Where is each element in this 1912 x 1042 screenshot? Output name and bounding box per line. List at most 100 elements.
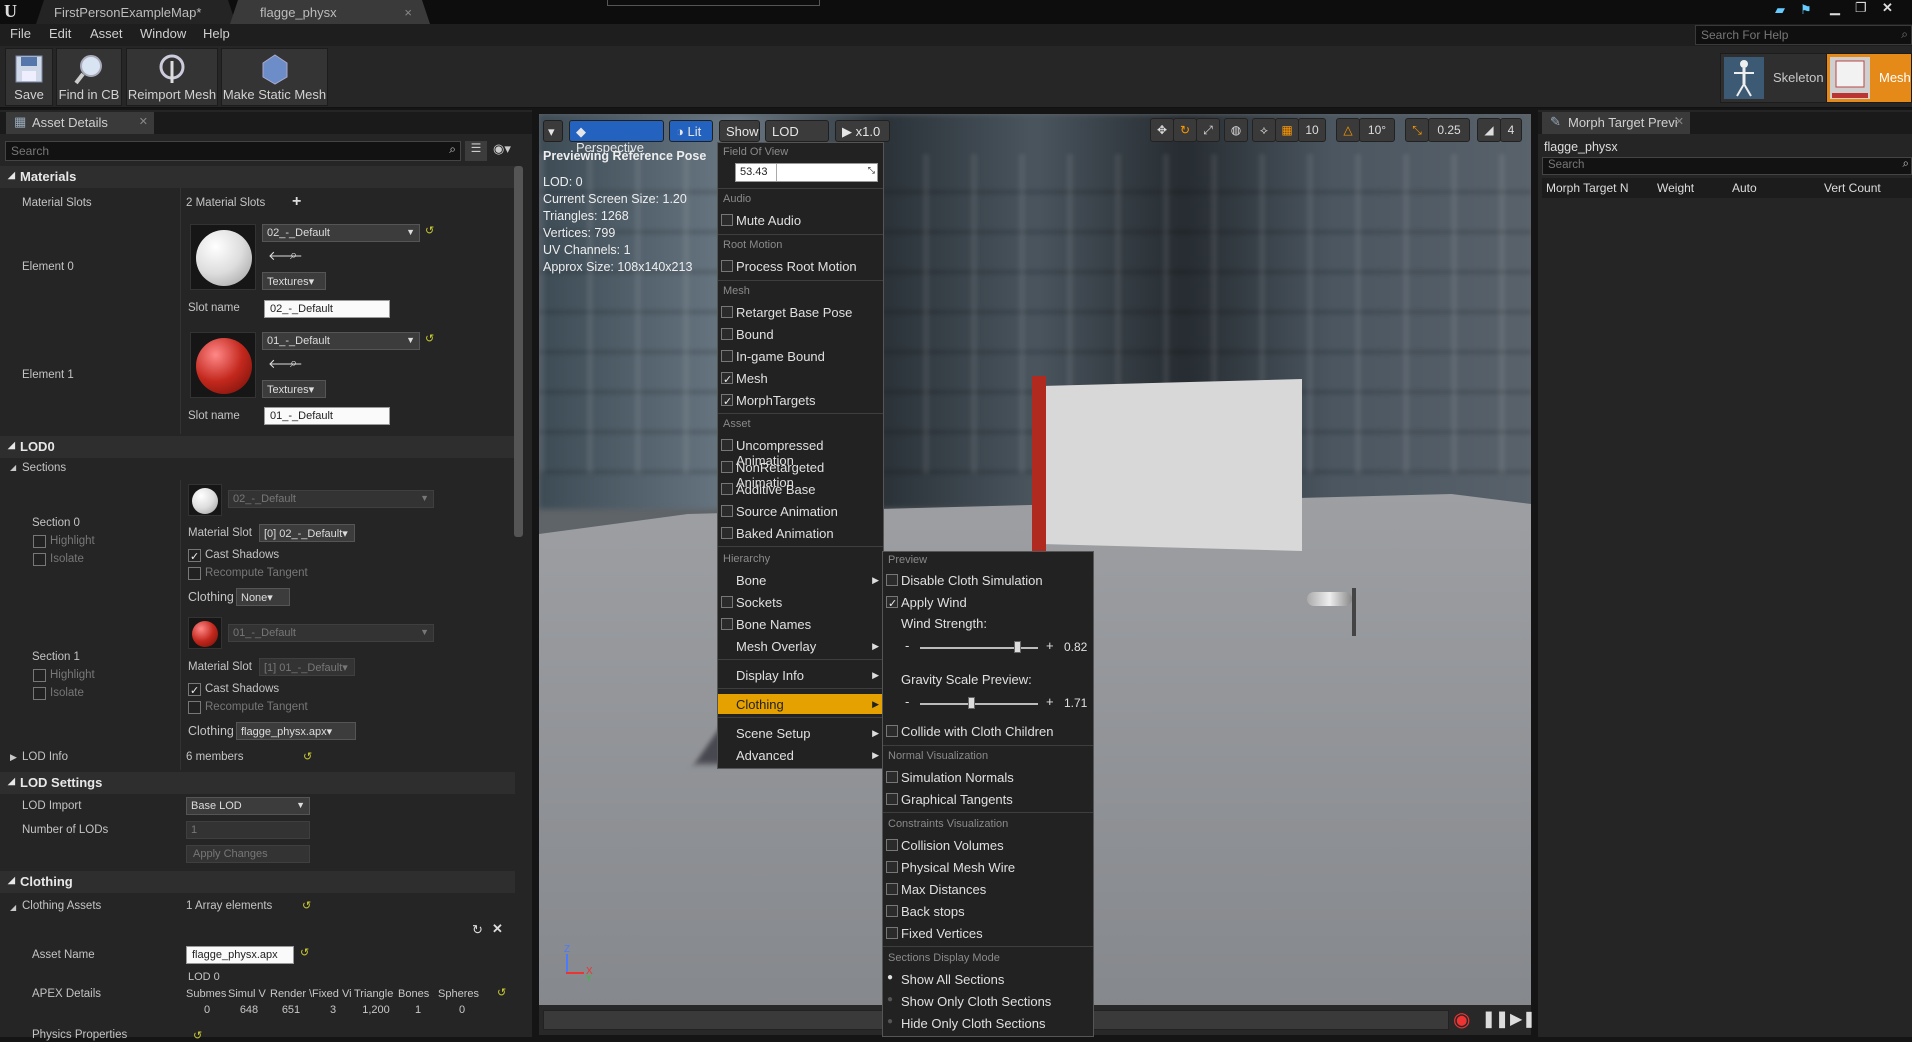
morph-search-input[interactable]: Search ⌕ [1542,157,1912,175]
baked-anim-item[interactable]: Baked Animation [718,523,883,543]
apply-wind-item[interactable]: Apply Wind [883,592,1093,612]
add-slot-icon[interactable]: + [292,193,301,211]
fixed-vertices-item[interactable]: Fixed Vertices [883,923,1093,943]
reset-arrow-icon[interactable]: ↺ [300,946,309,959]
rotation-snap-value[interactable]: 10° [1359,118,1395,142]
close-icon[interactable]: ✕ [1675,115,1684,128]
textures-button-0[interactable]: Textures▾ [262,272,326,290]
tab-morph-target-preview[interactable]: ✎ Morph Target Previ ✕ [1542,112,1690,134]
apply-changes-button[interactable]: Apply Changes [186,845,310,863]
mesh-overlay-submenu[interactable]: Mesh Overlay ▶ [718,636,883,656]
show-all-sections-item[interactable]: ● Show All Sections [883,969,1093,989]
simulation-normals-item[interactable]: Simulation Normals [883,767,1093,787]
save-button[interactable]: Save [5,48,53,106]
grid-snap-icon[interactable]: ▦ [1275,118,1299,142]
textures-button-1[interactable]: Textures▾ [262,380,326,398]
details-search-input[interactable]: Search ⌕ [5,141,461,161]
delete-icon[interactable]: ✕ [492,921,503,937]
asset-name-input[interactable]: flagge_physx.apx [186,946,294,964]
additive-base-item[interactable]: Additive Base [718,479,883,499]
tab-flagge[interactable]: flagge_physx × [230,0,430,24]
cast-shadows-checkbox-1[interactable] [188,683,201,696]
close-icon[interactable]: ✕ [139,115,148,128]
perspective-button[interactable]: ◆ Perspective [569,120,664,155]
mesh-item[interactable]: Mesh [718,368,883,388]
minimize-icon[interactable]: ▁ [1830,0,1840,16]
reset-arrow-icon[interactable]: ↺ [425,224,434,237]
slot-name-input-1[interactable]: 01_-_Default [264,407,390,425]
camera-speed-value[interactable]: 4 [1500,118,1522,142]
materials-category[interactable]: ◢ Materials [0,166,515,188]
wind-strength-knob[interactable] [1013,641,1021,653]
wind-plus[interactable]: + [1046,638,1054,653]
reset-arrow-icon[interactable]: ↺ [193,1029,202,1042]
list-view-icon[interactable]: ☰ [465,141,487,161]
mode-mesh-button[interactable]: Mesh [1826,53,1912,103]
scale-snap-icon[interactable]: ⤡ [1405,118,1429,142]
bone-names-item[interactable]: Bone Names [718,614,883,634]
rotate-icon[interactable]: ↻ [1173,118,1197,142]
refresh-icon[interactable]: ↻ [472,922,483,938]
reset-arrow-icon[interactable]: ↺ [303,750,312,763]
material-thumbnail-red[interactable] [190,332,256,398]
process-root-motion-item[interactable]: Process Root Motion [718,256,883,276]
browse-icon[interactable]: ⌕ [290,247,297,263]
translate-icon[interactable]: ✥ [1150,118,1174,142]
recompute-checkbox-1[interactable] [188,701,201,714]
material-combo-1[interactable]: 01_-_Default ▼ [262,332,420,350]
record-icon[interactable]: ◉ [1453,1007,1470,1032]
menu-edit[interactable]: Edit [49,26,71,41]
close-window-icon[interactable]: ✕ [1882,0,1893,16]
bound-item[interactable]: Bound [718,324,883,344]
grid-snap-value[interactable]: 10 [1298,118,1326,142]
isolate-checkbox-1[interactable] [33,687,46,700]
source-anim-item[interactable]: Source Animation [718,501,883,521]
lit-button[interactable]: ◑ Lit [669,120,713,142]
morph-col-auto[interactable]: Auto [1732,181,1757,195]
world-icon[interactable]: ◍ [1224,118,1248,142]
clothing-combo-1[interactable]: flagge_physx.apx▾ [236,722,356,740]
bone-submenu[interactable]: Bone ▶ [718,570,883,590]
tab-asset-details[interactable]: ▦ Asset Details ✕ [6,112,154,134]
lod-import-combo[interactable]: Base LOD ▼ [186,797,310,815]
disable-cloth-item[interactable]: Disable Cloth Simulation [883,570,1093,590]
fov-input[interactable]: 53.43 ⤡ [735,163,878,182]
material-slot-combo-0[interactable]: [0] 02_-_Default▾ [259,524,355,542]
hide-only-cloth-item[interactable]: ● Hide Only Cloth Sections [883,1013,1093,1033]
reset-arrow-icon[interactable]: ↺ [425,332,434,345]
in-game-bound-item[interactable]: In-game Bound [718,346,883,366]
nonretargeted-anim-item[interactable]: NonRetargeted Animation [718,457,883,490]
reset-arrow-icon[interactable]: ↺ [302,899,311,912]
num-lods-input[interactable]: 1 [186,821,310,839]
mode-skeleton-button[interactable]: Skeleton [1720,53,1830,103]
menu-help[interactable]: Help [203,26,230,41]
lod-auto-button[interactable]: LOD Auto [765,120,829,154]
pause-icon[interactable]: ❚❚ [1482,1009,1509,1029]
gravity-scale-slider[interactable] [920,703,1038,705]
close-icon[interactable]: × [404,5,412,20]
retarget-base-pose-item[interactable]: Retarget Base Pose [718,302,883,322]
morph-col-weight[interactable]: Weight [1657,181,1694,195]
back-stops-item[interactable]: Back stops [883,901,1093,921]
camera-speed-icon[interactable]: ◢ [1477,118,1501,142]
recompute-checkbox-0[interactable] [188,567,201,580]
max-distances-item[interactable]: Max Distances [883,879,1093,899]
chat-icon[interactable]: ▰ [1775,2,1785,18]
details-scrollbar[interactable] [514,166,523,537]
use-selected-icon[interactable]: 🡐 [268,356,303,372]
playback-speed-button[interactable]: ▶ x1.0 [835,120,890,142]
gravity-scale-knob[interactable] [967,697,975,709]
eye-icon[interactable]: ◉▾ [493,141,511,157]
uncompressed-anim-item[interactable]: Uncompressed Animation [718,435,883,468]
show-only-cloth-item[interactable]: ● Show Only Cloth Sections [883,991,1093,1011]
scale-snap-value[interactable]: 0.25 [1428,118,1470,142]
physical-mesh-wire-item[interactable]: Physical Mesh Wire [883,857,1093,877]
scene-setup-submenu[interactable]: Scene Setup ▶ [718,723,883,743]
material-slot-combo-1[interactable]: [1] 01_-_Default▾ [259,658,355,676]
use-selected-icon[interactable]: 🡐 [268,248,303,264]
expand-arrow-icon[interactable]: ▶ [10,752,17,763]
help-search-input[interactable]: Search For Help ⌕ [1695,25,1912,45]
morph-col-vert-count[interactable]: Vert Count [1824,181,1881,195]
gravity-plus[interactable]: + [1046,694,1054,709]
surface-snap-icon[interactable]: ⟡ [1252,118,1276,142]
